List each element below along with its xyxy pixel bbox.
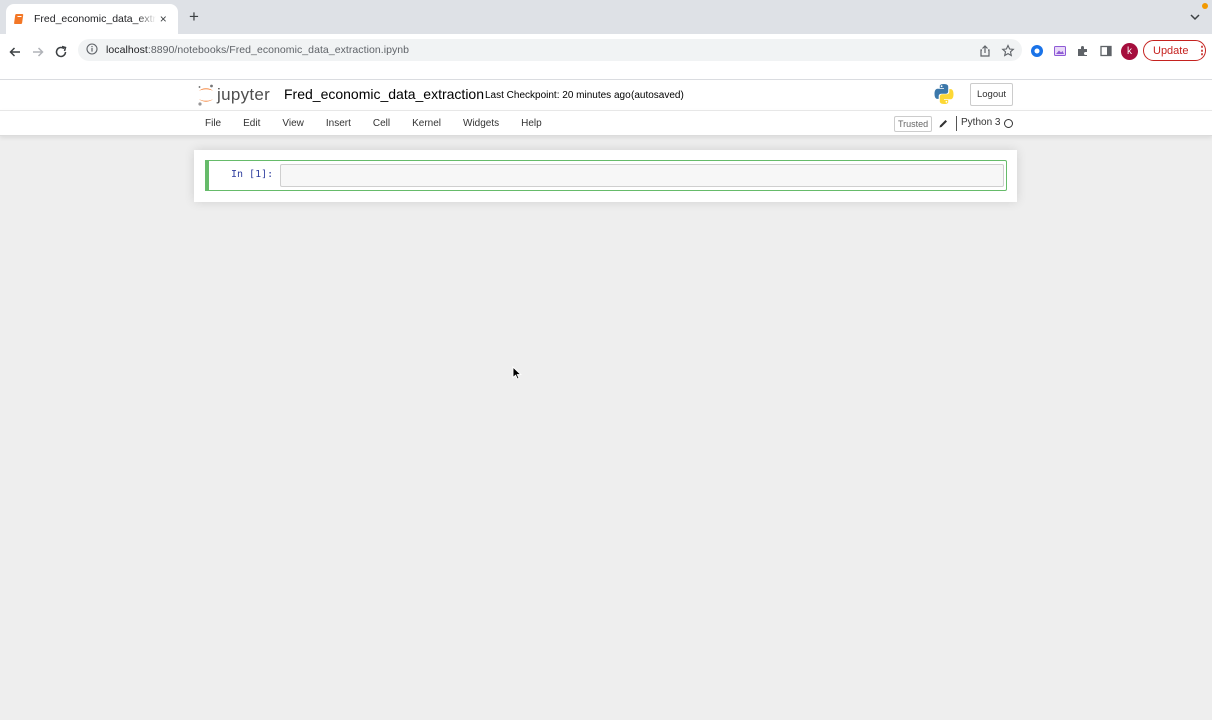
jupyter-logo-text: jupyter [217,85,271,104]
site-info-icon[interactable] [86,42,98,58]
edit-mode-pencil-icon [936,116,950,130]
extension-screenshot-icon[interactable] [1052,43,1068,59]
code-cell[interactable]: In [1]: [205,160,1007,191]
update-label: Update [1153,44,1189,57]
menu-edit[interactable]: Edit [232,111,271,136]
menu-widgets[interactable]: Widgets [452,111,510,136]
tab-search-chevron-icon[interactable] [1188,10,1202,24]
menu-cell[interactable]: Cell [362,111,401,136]
tab-close-icon[interactable]: × [156,12,170,26]
notebook-container: In [1]: [194,150,1017,202]
browser-tab[interactable]: Fred_economic_data_extraction × [6,4,178,34]
mouse-cursor-icon [512,365,522,383]
update-available-dot [1202,3,1208,9]
profile-avatar[interactable]: k [1121,43,1138,60]
kernel-idle-indicator-icon [1004,119,1013,128]
logout-button[interactable]: Logout [970,83,1013,106]
more-menu-icon: ⋮ [1196,45,1208,57]
browser-tab-strip: Fred_economic_data_extraction × + [0,0,1212,34]
forward-arrow-icon[interactable] [29,43,47,61]
kernel-name: Python 3 [961,117,1001,128]
url-text: localhost:8890/notebooks/Fred_economic_d… [106,44,410,56]
bookmark-star-icon[interactable] [1000,43,1016,59]
menu-insert[interactable]: Insert [315,111,362,136]
extensions-puzzle-icon[interactable] [1075,43,1091,59]
jupyter-menubar: File Edit View Insert Cell Kernel Widget… [0,110,1212,136]
notebook-name[interactable]: Fred_economic_data_extraction [284,86,484,102]
menu-help[interactable]: Help [510,111,553,136]
share-icon[interactable] [977,43,993,59]
jupyter-logo-icon [198,84,213,106]
back-arrow-icon[interactable] [6,43,24,61]
browser-toolbar: localhost:8890/notebooks/Fred_economic_d… [0,34,1212,80]
side-panel-icon[interactable] [1098,43,1114,59]
python-kernel-logo-icon [933,83,955,108]
address-bar[interactable]: localhost:8890/notebooks/Fred_economic_d… [78,39,1022,61]
new-tab-button[interactable]: + [186,8,202,25]
menu-kernel[interactable]: Kernel [401,111,452,136]
extension-blue-icon[interactable] [1029,43,1045,59]
jupyter-header: jupyter Fred_economic_data_extraction La… [0,80,1212,110]
menu-view[interactable]: View [271,111,315,136]
autosave-status: (autosaved) [631,90,684,101]
menu-list: File Edit View Insert Cell Kernel Widget… [194,111,553,136]
code-input-area[interactable] [280,164,1004,187]
update-button[interactable]: Update ⋮ [1143,40,1208,61]
kernel-separator [956,116,957,131]
trusted-indicator[interactable]: Trusted [894,116,933,132]
tab-title: Fred_economic_data_extraction [34,13,156,25]
reload-icon[interactable] [52,43,70,61]
checkpoint-status: Last Checkpoint: 20 minutes ago [485,90,631,101]
input-prompt: In [1]: [231,169,274,180]
jupyter-favicon-icon [14,13,26,25]
menu-file[interactable]: File [194,111,232,136]
jupyter-logo[interactable]: jupyter [197,83,270,107]
